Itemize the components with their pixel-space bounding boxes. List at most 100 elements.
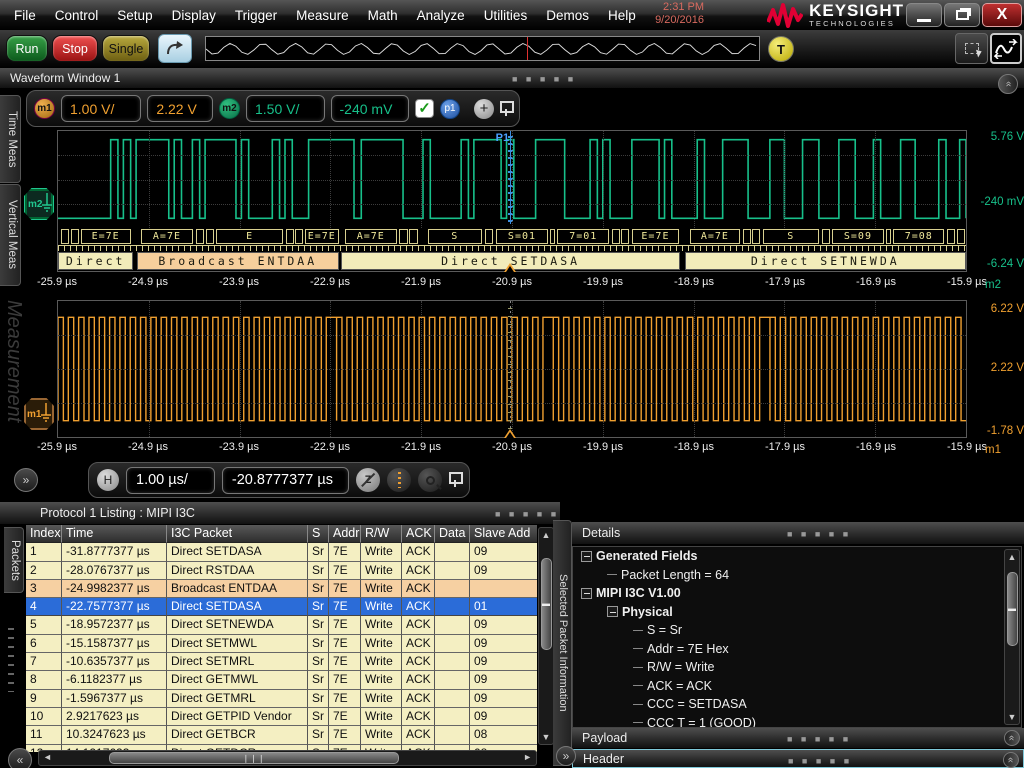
details-titlebar[interactable]: Details ■ ■ ■ ■ ■ xyxy=(572,522,1024,544)
minimize-button[interactable] xyxy=(906,3,942,27)
scrollbar-grip[interactable]: ❘❘❘ xyxy=(109,752,399,764)
collapse-table-button[interactable]: « xyxy=(8,748,32,768)
plot-m1-clock[interactable] xyxy=(57,300,967,438)
tree-node[interactable]: MIPI I3C V1.00 xyxy=(573,584,1021,603)
waveform-window-titlebar[interactable]: Waveform Window 1 ■ ■ ■ ■ ■ » xyxy=(0,68,1024,88)
column-header-slave-add[interactable]: Slave Add xyxy=(470,525,537,543)
tree-node[interactable]: Physical xyxy=(573,603,1021,622)
table-horizontal-scrollbar[interactable]: ◄ ❘❘❘ ► xyxy=(38,750,537,766)
column-header-s[interactable]: S xyxy=(308,525,329,543)
plot-m2-data[interactable]: P1 E=7EA=7EEE=7EA=7ESS=017=01E=7EA=7ESS=… xyxy=(57,130,967,272)
payload-section-bar[interactable]: Payload ■ ■ ■ ■ ■ « xyxy=(572,728,1024,748)
scroll-up-icon[interactable]: ▲ xyxy=(1005,552,1019,562)
drag-dots[interactable]: ■ ■ ■ ■ ■ xyxy=(787,734,851,744)
m2-offset-field[interactable]: -240 mV xyxy=(331,95,410,122)
decode-packet[interactable]: Broadcast ENTDAA xyxy=(137,252,339,270)
scroll-up-icon[interactable]: ▲ xyxy=(539,530,553,540)
tree-node[interactable]: CCC = SETDASA xyxy=(573,695,1021,714)
decode-packet[interactable]: Direct xyxy=(58,252,133,270)
region-select-button[interactable] xyxy=(955,33,988,64)
trigger-badge[interactable]: T xyxy=(768,36,794,62)
table-row[interactable]: 1110.3247623 µsDirect GETBCRSr7EWriteACK… xyxy=(26,726,537,744)
drag-dots[interactable]: ■ ■ ■ ■ ■ xyxy=(788,756,852,766)
column-header-data[interactable]: Data xyxy=(435,525,470,543)
menu-item-file[interactable]: File xyxy=(14,8,36,23)
table-row[interactable]: 9-1.5967377 µsDirect GETMRLSr7EWriteACK0… xyxy=(26,690,537,708)
tree-node[interactable]: Generated Fields xyxy=(573,547,1021,566)
horizontal-badge[interactable]: H xyxy=(97,469,119,491)
table-vertical-scrollbar[interactable]: ▲ ▬ ▼ xyxy=(538,527,554,745)
menu-item-demos[interactable]: Demos xyxy=(546,8,589,23)
expand-header-button[interactable]: « xyxy=(1003,752,1019,768)
tree-node[interactable]: S = Sr xyxy=(573,621,1021,640)
m1-ground-badge[interactable]: m1 xyxy=(24,398,54,430)
scrollbar-grip[interactable]: ▬ xyxy=(1007,572,1018,646)
waveform-preview-strip[interactable] xyxy=(205,36,760,61)
m1-offset-field[interactable]: 2.22 V xyxy=(147,95,213,122)
decode-packet[interactable]: Direct SETNEWDA xyxy=(685,252,966,270)
tree-node[interactable]: CCC T = 1 (GOOD) xyxy=(573,714,1021,729)
channel-m1-badge[interactable]: m1 xyxy=(34,98,55,119)
zoom-reset-button[interactable]: Z xyxy=(356,468,380,492)
timebase-scale-field[interactable]: 1.00 µs/ xyxy=(126,467,215,494)
drag-dots[interactable]: ■ ■ ■ ■ ■ xyxy=(512,74,576,84)
run-button[interactable]: Run xyxy=(6,35,48,62)
expand-payload-button[interactable]: « xyxy=(1004,730,1020,746)
tree-expander-icon[interactable] xyxy=(581,588,592,599)
tree-expander-icon[interactable] xyxy=(607,606,618,617)
search-button[interactable] xyxy=(418,468,442,492)
protocol-panel-titlebar[interactable]: Protocol 1 Listing : MIPI I3C ■ ■ ■ ■ ■ xyxy=(0,502,560,524)
scroll-down-icon[interactable]: ▼ xyxy=(1005,712,1019,722)
tree-node[interactable]: ACK = ACK xyxy=(573,677,1021,696)
table-row[interactable]: 8-6.1182377 µsDirect GETMWLSr7EWriteACK0… xyxy=(26,671,537,689)
menu-item-display[interactable]: Display xyxy=(172,8,216,23)
pin-icon[interactable] xyxy=(449,472,461,488)
m2-ground-badge[interactable]: m2 xyxy=(24,188,54,220)
restore-button[interactable] xyxy=(944,3,980,27)
table-row[interactable]: 4-22.7577377 µsDirect SETDASASr7EWriteAC… xyxy=(26,598,537,616)
add-marker-button[interactable]: + xyxy=(474,99,494,119)
expand-hbar-button[interactable]: » xyxy=(14,468,38,492)
column-header-i3c-packet[interactable]: I3C Packet xyxy=(167,525,308,543)
drag-dots[interactable]: ■ ■ ■ ■ ■ xyxy=(787,529,851,539)
tab-selected-packet-information[interactable]: Selected Packet Information xyxy=(553,520,572,766)
tree-node[interactable]: Addr = 7E Hex xyxy=(573,640,1021,659)
expand-details-button[interactable]: » xyxy=(556,746,576,766)
collapse-window-button[interactable]: » xyxy=(998,74,1018,94)
menu-item-analyze[interactable]: Analyze xyxy=(417,8,465,23)
details-vertical-scrollbar[interactable]: ▲ ▬ ▼ xyxy=(1004,549,1020,725)
panel-drag-dots[interactable] xyxy=(8,628,14,692)
waveform-tools-button[interactable] xyxy=(990,33,1022,64)
scroll-right-icon[interactable]: ► xyxy=(523,752,532,762)
column-header-r-w[interactable]: R/W xyxy=(361,525,402,543)
table-row[interactable]: 5-18.9572377 µsDirect SETNEWDASr7EWriteA… xyxy=(26,616,537,634)
column-header-time[interactable]: Time xyxy=(62,525,167,543)
column-header-addr[interactable]: Addr xyxy=(329,525,361,543)
close-button[interactable]: X xyxy=(982,3,1022,27)
scrollbar-grip[interactable]: ▬ xyxy=(541,558,552,650)
column-header-ack[interactable]: ACK xyxy=(402,525,435,543)
menu-item-utilities[interactable]: Utilities xyxy=(484,8,528,23)
p1-badge[interactable]: p1 xyxy=(440,99,460,119)
menu-item-math[interactable]: Math xyxy=(368,8,398,23)
tree-node[interactable]: R/W = Write xyxy=(573,658,1021,677)
cursor-dots-button[interactable] xyxy=(387,468,411,492)
tree-expander-icon[interactable] xyxy=(581,551,592,562)
details-tree[interactable]: Generated FieldsPacket Length = 64MIPI I… xyxy=(572,546,1022,728)
protocol-listing-table[interactable]: IndexTimeI3C PacketSAddrR/WACKDataSlave … xyxy=(26,525,537,752)
stop-button[interactable]: Stop xyxy=(52,35,98,62)
table-row[interactable]: 7-10.6357377 µsDirect SETMRLSr7EWriteACK… xyxy=(26,653,537,671)
drag-dots[interactable]: ■ ■ ■ ■ ■ xyxy=(495,509,559,519)
touch-button[interactable] xyxy=(158,34,192,63)
table-row[interactable]: 2-28.0767377 µsDirect RSTDAASr7EWriteACK… xyxy=(26,562,537,580)
m1-scale-field[interactable]: 1.00 V/ xyxy=(61,95,141,122)
timebase-position-field[interactable]: -20.8777377 µs xyxy=(222,467,349,494)
tree-node[interactable]: Packet Length = 64 xyxy=(573,566,1021,585)
menu-item-help[interactable]: Help xyxy=(608,8,636,23)
menu-item-trigger[interactable]: Trigger xyxy=(235,8,277,23)
menu-item-measure[interactable]: Measure xyxy=(296,8,349,23)
header-section-bar[interactable]: Header ■ ■ ■ ■ ■ « xyxy=(572,749,1024,768)
column-header-index[interactable]: Index xyxy=(26,525,62,543)
single-button[interactable]: Single xyxy=(102,35,150,62)
pin-icon[interactable] xyxy=(500,101,512,117)
